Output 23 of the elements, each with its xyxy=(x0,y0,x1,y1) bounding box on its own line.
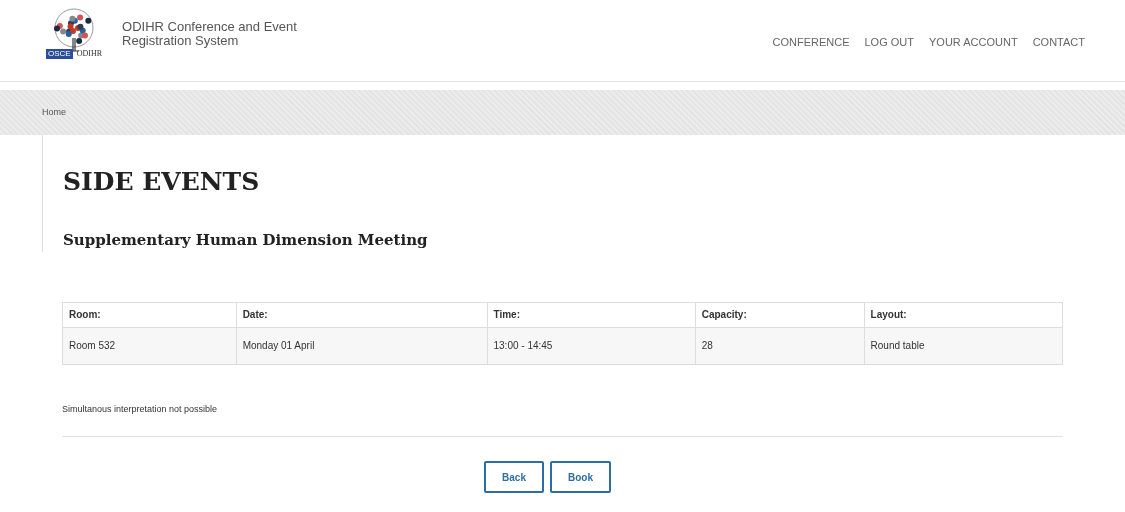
column-header: Layout: xyxy=(864,302,1063,327)
column-header: Time: xyxy=(487,302,696,327)
page-subtitle: Supplementary Human Dimension Meeting xyxy=(63,230,429,251)
interpretation-note: Simultanous interpretation not possible xyxy=(62,402,219,416)
nav-link[interactable]: LOG OUT xyxy=(864,34,914,51)
table-cell: Round table xyxy=(864,327,1063,364)
column-header: Date: xyxy=(236,302,487,327)
nav-link[interactable]: YOUR ACCOUNT xyxy=(929,34,1018,51)
table-cell: Room 532 xyxy=(62,327,237,364)
logo-badge: OSCE xyxy=(46,49,73,59)
logo-text: ODIHR xyxy=(76,48,102,60)
table-cell: 28 xyxy=(695,327,865,364)
column-header: Capacity: xyxy=(695,302,865,327)
action-button[interactable]: Book xyxy=(549,461,611,493)
breadcrumb-link[interactable]: Home xyxy=(42,105,66,120)
column-header: Room: xyxy=(62,302,237,327)
action-button[interactable]: Back xyxy=(484,461,544,493)
nav-link[interactable]: CONTACT xyxy=(1032,34,1085,51)
site-title: ODIHR Conference and Event Registration System xyxy=(122,20,298,48)
table-cell: 13:00 - 14:45 xyxy=(487,327,696,364)
table-cell: Monday 01 April xyxy=(236,327,487,364)
page-title: SIDE EVENTS xyxy=(63,166,261,198)
nav-link[interactable]: CONFERENCE xyxy=(772,34,850,51)
